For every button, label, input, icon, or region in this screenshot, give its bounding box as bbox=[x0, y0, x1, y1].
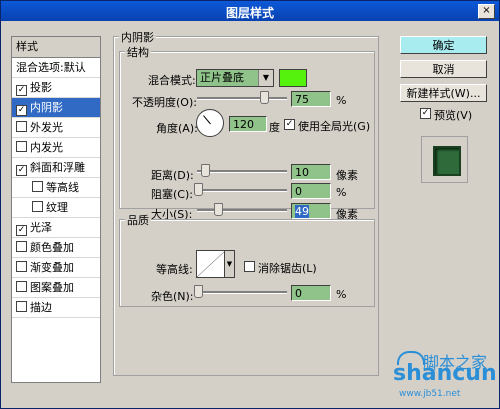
layer-style-dialog: 图层样式 × 样式 混合选项:默认 ✓ 投影 ✓ 内阴影 外发光 内发光 ✓ 斜面和浮雕 等高线纹… bbox=[0, 0, 500, 409]
opacity-input[interactable]: 75 bbox=[291, 91, 331, 107]
sidebar-item-label: 投影 bbox=[30, 81, 52, 94]
sidebar-item-label: 等高线 bbox=[46, 181, 79, 194]
chevron-down-icon: ▼ bbox=[258, 70, 273, 86]
dialog-body: 样式 混合选项:默认 ✓ 投影 ✓ 内阴影 外发光 内发光 ✓ 斜面和浮雕 等高线 纹理 ✓ 光泽 颜色叠… bbox=[1, 21, 499, 408]
sidebar-item-label: 斜面和浮雕 bbox=[30, 161, 85, 174]
sidebar-item-label: 纹理 bbox=[46, 201, 68, 214]
title-bar[interactable]: 图层样式 × bbox=[1, 1, 499, 21]
noise-slider-track[interactable] bbox=[197, 291, 287, 294]
preview-checkbox[interactable]: ✓ bbox=[420, 108, 431, 119]
global-light-label: 使用全局光(G) bbox=[298, 120, 371, 133]
sidebar-item[interactable]: 渐变叠加 bbox=[12, 258, 100, 278]
distance-slider-thumb[interactable] bbox=[201, 164, 210, 177]
choke-slider-track[interactable] bbox=[197, 189, 287, 192]
antialias-checkbox[interactable] bbox=[244, 261, 255, 272]
angle-unit: 度 bbox=[269, 121, 280, 134]
contour-picker[interactable] bbox=[196, 250, 226, 278]
watermark-main: shancun bbox=[393, 361, 497, 386]
sidebar-item-label: 混合选项:默认 bbox=[16, 61, 86, 74]
distance-input[interactable]: 10 bbox=[291, 164, 331, 180]
styles-list-header[interactable]: 样式 bbox=[12, 37, 100, 58]
sidebar-item-label: 图案叠加 bbox=[30, 281, 74, 294]
size-value: 49 bbox=[295, 205, 309, 218]
angle-dial[interactable] bbox=[196, 109, 224, 137]
sidebar-item-checkbox[interactable] bbox=[16, 301, 27, 312]
sidebar-item-label: 内阴影 bbox=[30, 101, 63, 114]
sidebar-item[interactable]: 图案叠加 bbox=[12, 278, 100, 298]
blend-mode-value: 正片叠底 bbox=[200, 71, 244, 84]
chevron-down-icon[interactable]: ▼ bbox=[224, 250, 235, 278]
sidebar-item-label: 描边 bbox=[30, 301, 52, 314]
sidebar-item-checkbox[interactable] bbox=[32, 181, 43, 192]
distance-label: 距离(D): bbox=[151, 169, 194, 182]
distance-unit: 像素 bbox=[336, 169, 358, 182]
style-preview bbox=[421, 136, 468, 183]
ok-button[interactable]: 确定 bbox=[400, 36, 487, 54]
noise-slider-thumb[interactable] bbox=[194, 285, 203, 298]
blend-mode-label: 混合模式: bbox=[148, 74, 196, 87]
inner-shadow-title: 内阴影 bbox=[119, 29, 156, 45]
styles-list: 样式 混合选项:默认 ✓ 投影 ✓ 内阴影 外发光 内发光 ✓ 斜面和浮雕 等高线 纹理 ✓ 光泽 颜色叠… bbox=[11, 36, 101, 383]
blend-mode-select[interactable]: 正片叠底 ▼ bbox=[196, 69, 274, 87]
cancel-button[interactable]: 取消 bbox=[400, 60, 487, 78]
angle-label: 角度(A): bbox=[156, 122, 198, 135]
distance-slider-track[interactable] bbox=[197, 170, 287, 173]
size-input[interactable]: 49 bbox=[291, 203, 331, 219]
size-slider-track[interactable] bbox=[197, 209, 287, 212]
structure-title: 结构 bbox=[125, 44, 151, 60]
global-light-checkbox[interactable]: ✓ bbox=[284, 119, 295, 130]
choke-input[interactable]: 0 bbox=[291, 183, 331, 199]
quality-title: 品质 bbox=[125, 212, 151, 228]
sidebar-item-label: 渐变叠加 bbox=[30, 261, 74, 274]
sidebar-item[interactable]: ✓ 斜面和浮雕 bbox=[12, 158, 100, 178]
size-slider-thumb[interactable] bbox=[214, 203, 223, 216]
sidebar-item-label: 外发光 bbox=[30, 121, 63, 134]
contour-label: 等高线: bbox=[156, 263, 193, 276]
sidebar-item-checkbox[interactable] bbox=[16, 261, 27, 272]
choke-label: 阻塞(C): bbox=[151, 188, 193, 201]
choke-unit: % bbox=[336, 186, 347, 199]
sidebar-item-checkbox[interactable]: ✓ bbox=[16, 105, 27, 116]
sidebar-item[interactable]: ✓ 内阴影 bbox=[12, 98, 100, 118]
sidebar-item[interactable]: 混合选项:默认 bbox=[12, 58, 100, 78]
new-style-button[interactable]: 新建样式(W)... bbox=[400, 84, 487, 102]
sidebar-item-label: 颜色叠加 bbox=[30, 241, 74, 254]
sidebar-item[interactable]: ✓ 投影 bbox=[12, 78, 100, 98]
sidebar-item[interactable]: 描边 bbox=[12, 298, 100, 318]
noise-input[interactable]: 0 bbox=[291, 285, 331, 301]
sidebar-item-label: 光泽 bbox=[30, 221, 52, 234]
opacity-slider-track[interactable] bbox=[197, 97, 287, 100]
opacity-slider-thumb[interactable] bbox=[260, 91, 269, 104]
preview-label: 预览(V) bbox=[434, 109, 473, 122]
watermark-logo: 脚本之家 shancun www.jb51.net bbox=[393, 351, 498, 406]
sidebar-item-checkbox[interactable]: ✓ bbox=[16, 85, 27, 96]
sidebar-item-checkbox[interactable] bbox=[16, 281, 27, 292]
noise-label: 杂色(N): bbox=[151, 290, 194, 303]
opacity-unit: % bbox=[336, 94, 347, 107]
dialog-title: 图层样式 bbox=[225, 6, 274, 20]
sidebar-item-checkbox[interactable]: ✓ bbox=[16, 225, 27, 236]
sidebar-item-checkbox[interactable]: ✓ bbox=[16, 165, 27, 176]
sidebar-item-checkbox[interactable] bbox=[32, 201, 43, 212]
sidebar-item[interactable]: 等高线 bbox=[12, 178, 100, 198]
preview-swatch bbox=[433, 146, 461, 176]
antialias-label: 消除锯齿(L) bbox=[258, 262, 317, 275]
opacity-label: 不透明度(O): bbox=[132, 96, 197, 109]
sidebar-item[interactable]: ✓ 光泽 bbox=[12, 218, 100, 238]
blend-color-swatch[interactable] bbox=[279, 69, 307, 87]
noise-unit: % bbox=[336, 288, 347, 301]
close-button[interactable]: × bbox=[478, 4, 495, 19]
sidebar-item-checkbox[interactable] bbox=[16, 141, 27, 152]
watermark-url: www.jb51.net bbox=[399, 389, 461, 399]
angle-input[interactable]: 120 bbox=[229, 116, 267, 132]
sidebar-item[interactable]: 内发光 bbox=[12, 138, 100, 158]
sidebar-item[interactable]: 外发光 bbox=[12, 118, 100, 138]
sidebar-item-checkbox[interactable] bbox=[16, 241, 27, 252]
sidebar-item-checkbox[interactable] bbox=[16, 121, 27, 132]
sidebar-item[interactable]: 颜色叠加 bbox=[12, 238, 100, 258]
sidebar-item-label: 内发光 bbox=[30, 141, 63, 154]
choke-slider-thumb[interactable] bbox=[194, 183, 203, 196]
sidebar-item[interactable]: 纹理 bbox=[12, 198, 100, 218]
